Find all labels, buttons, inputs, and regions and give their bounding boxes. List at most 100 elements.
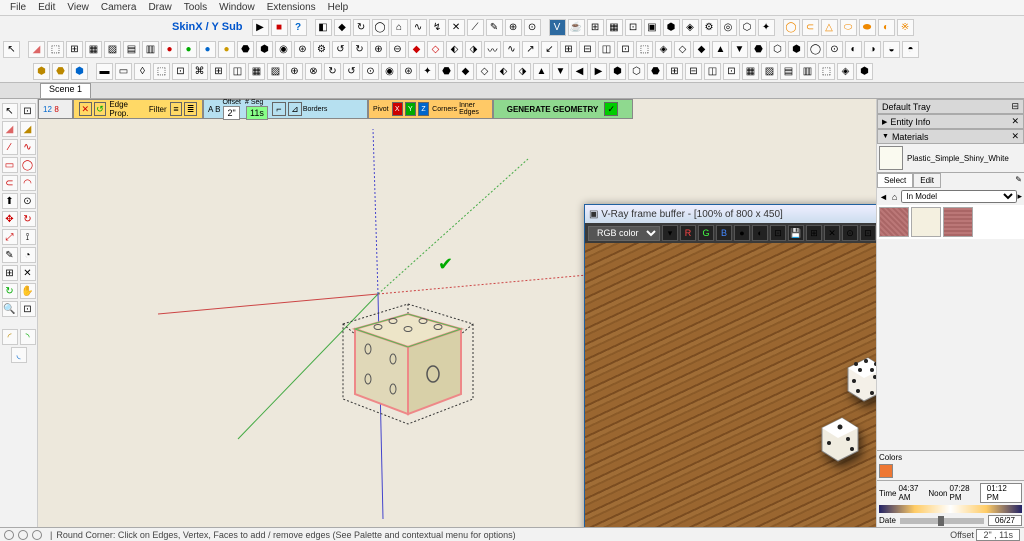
vfb-render[interactable] (585, 243, 876, 528)
tool-icon[interactable]: ◠ (20, 175, 36, 191)
tool-icon[interactable]: ◎ (720, 19, 737, 36)
rc-generate-button[interactable]: GENERATE GEOMETRY (507, 105, 599, 114)
tool-icon[interactable]: ⊙ (362, 63, 379, 80)
tool-icon[interactable]: ⌘ (191, 63, 208, 80)
tool-icon[interactable]: ⊕ (286, 63, 303, 80)
scale-icon[interactable]: ⤢ (2, 229, 18, 245)
tool-icon[interactable]: ● (199, 41, 216, 58)
menu-window[interactable]: Window (213, 2, 261, 13)
tool-icon[interactable]: ◫ (229, 63, 246, 80)
tool-icon[interactable]: ◆ (334, 19, 351, 36)
back-icon[interactable]: ◄ (879, 192, 888, 202)
rc-pivot[interactable]: Pivot (373, 106, 389, 113)
tool-icon[interactable]: ◉ (275, 41, 292, 58)
tool-icon[interactable]: ◟ (11, 347, 27, 363)
tool-icon[interactable]: ✦ (419, 63, 436, 80)
menu-view[interactable]: View (61, 2, 95, 13)
tool-icon[interactable]: ⬣ (647, 63, 664, 80)
materials-select-tab[interactable]: Select (877, 173, 913, 188)
rc-z-axis[interactable]: Z (418, 102, 429, 116)
tool-icon[interactable]: ▬ (96, 63, 113, 80)
tool-icon[interactable]: ⬣ (52, 63, 69, 80)
tool-icon[interactable]: ◉ (381, 63, 398, 80)
tool-icon[interactable]: ◇ (674, 41, 691, 58)
menu-tools[interactable]: Tools (178, 2, 213, 13)
rc-go-icon[interactable]: ✓ (604, 102, 618, 116)
tool-icon[interactable]: ⬖ (495, 63, 512, 80)
rotate-icon[interactable]: ↻ (20, 211, 36, 227)
viewport[interactable]: EDGE SELECTION ROUNDING PARAMETERS EDGE … (38, 99, 876, 528)
materials-panel[interactable]: ▼Materials✕ (877, 129, 1024, 144)
tool-icon[interactable]: ◈ (682, 19, 699, 36)
menu-icon[interactable]: ▸ (1017, 191, 1022, 202)
tool-icon[interactable]: ◐ (878, 19, 895, 36)
tool-icon[interactable]: ● (218, 41, 235, 58)
material-swatch[interactable] (879, 146, 903, 170)
tool-icon[interactable]: ⬗ (465, 41, 482, 58)
push-pull-icon[interactable]: ⬆ (2, 193, 18, 209)
vfb-dropdown-icon[interactable]: ▾ (662, 225, 678, 241)
tool-icon[interactable]: ⬣ (438, 63, 455, 80)
line-tool-icon[interactable]: ∕ (2, 139, 18, 155)
tool-icon[interactable]: ▤ (780, 63, 797, 80)
scene-tab-1[interactable]: Scene 1 (40, 83, 91, 98)
tool-icon[interactable]: △ (821, 19, 838, 36)
tool-icon[interactable]: ⬢ (788, 41, 805, 58)
rc-inner[interactable]: Inner Edges (459, 102, 488, 116)
tool-icon[interactable]: ⊡ (172, 63, 189, 80)
tool-icon[interactable]: ▥ (799, 63, 816, 80)
orbit-icon[interactable]: ↻ (2, 283, 18, 299)
cube-icon[interactable]: ⬢ (33, 63, 50, 80)
vfb-tool-icon[interactable]: ⊞ (806, 225, 822, 241)
tool-icon[interactable]: ▦ (248, 63, 265, 80)
menu-extensions[interactable]: Extensions (261, 2, 322, 13)
circle-tool-icon[interactable]: ◯ (783, 19, 800, 36)
tool-icon[interactable]: ◫ (704, 63, 721, 80)
tool-icon[interactable]: ✦ (758, 19, 775, 36)
tool-icon[interactable]: ⬢ (256, 41, 273, 58)
freehand-icon[interactable]: ∿ (20, 139, 36, 155)
tool-icon[interactable]: ◓ (902, 41, 919, 58)
rc-filter-icon[interactable]: ≡ (170, 102, 183, 116)
tool-icon[interactable]: ◝ (20, 329, 36, 345)
tool-icon[interactable]: ⊙ (826, 41, 843, 58)
tool-icon[interactable]: ◊ (134, 63, 151, 80)
tool-icon[interactable]: ☕ (568, 19, 585, 36)
rc-y-axis[interactable]: Y (405, 102, 416, 116)
tape-icon[interactable]: ⟟ (20, 229, 36, 245)
tool-icon[interactable]: ✎ (2, 247, 18, 263)
vfb-tool-icon[interactable]: ⊡ (860, 225, 876, 241)
tool-icon[interactable]: ◐ (845, 41, 862, 58)
tool-icon[interactable]: ▦ (742, 63, 759, 80)
tool-icon[interactable]: ✕ (448, 19, 465, 36)
tool-icon[interactable]: ⬖ (446, 41, 463, 58)
tool-icon[interactable]: ⊙ (524, 19, 541, 36)
tool-icon[interactable]: ⬣ (237, 41, 254, 58)
rc-x-axis[interactable]: X (392, 102, 403, 116)
tool-icon[interactable]: ⬚ (636, 41, 653, 58)
tool-icon[interactable]: ⊕ (370, 41, 387, 58)
tool-icon[interactable]: ⚙ (701, 19, 718, 36)
tool-icon[interactable]: ▤ (123, 41, 140, 58)
tool-icon[interactable]: ◆ (693, 41, 710, 58)
rc-offset-input[interactable]: 2" (223, 106, 240, 120)
zoom-extents-icon[interactable]: ⊡ (20, 301, 36, 317)
roundcorner-icon[interactable]: ◜ (2, 329, 18, 345)
arc-tool-icon[interactable]: ⊂ (2, 175, 18, 191)
rc-seg-input[interactable]: 11s (246, 106, 268, 120)
menu-camera[interactable]: Camera (95, 2, 143, 13)
menu-file[interactable]: File (4, 2, 32, 13)
protractor-icon[interactable]: ◔ (20, 247, 36, 263)
vcb-input[interactable]: 2" , 11s (976, 529, 1020, 541)
tool-icon[interactable]: ▲ (533, 63, 550, 80)
tool-icon[interactable]: ▨ (104, 41, 121, 58)
materials-edit-tab[interactable]: Edit (913, 173, 941, 188)
tool-icon[interactable]: ▼ (552, 63, 569, 80)
tool-icon[interactable]: ⊛ (400, 63, 417, 80)
tray-header[interactable]: Default Tray⊟ (877, 99, 1024, 114)
select-icon[interactable]: ↖ (3, 41, 20, 58)
tool-icon[interactable]: ▨ (267, 63, 284, 80)
tool-icon[interactable]: ∿ (503, 41, 520, 58)
material-thumb[interactable] (911, 207, 941, 237)
material-library-select[interactable]: In Model (901, 190, 1017, 203)
